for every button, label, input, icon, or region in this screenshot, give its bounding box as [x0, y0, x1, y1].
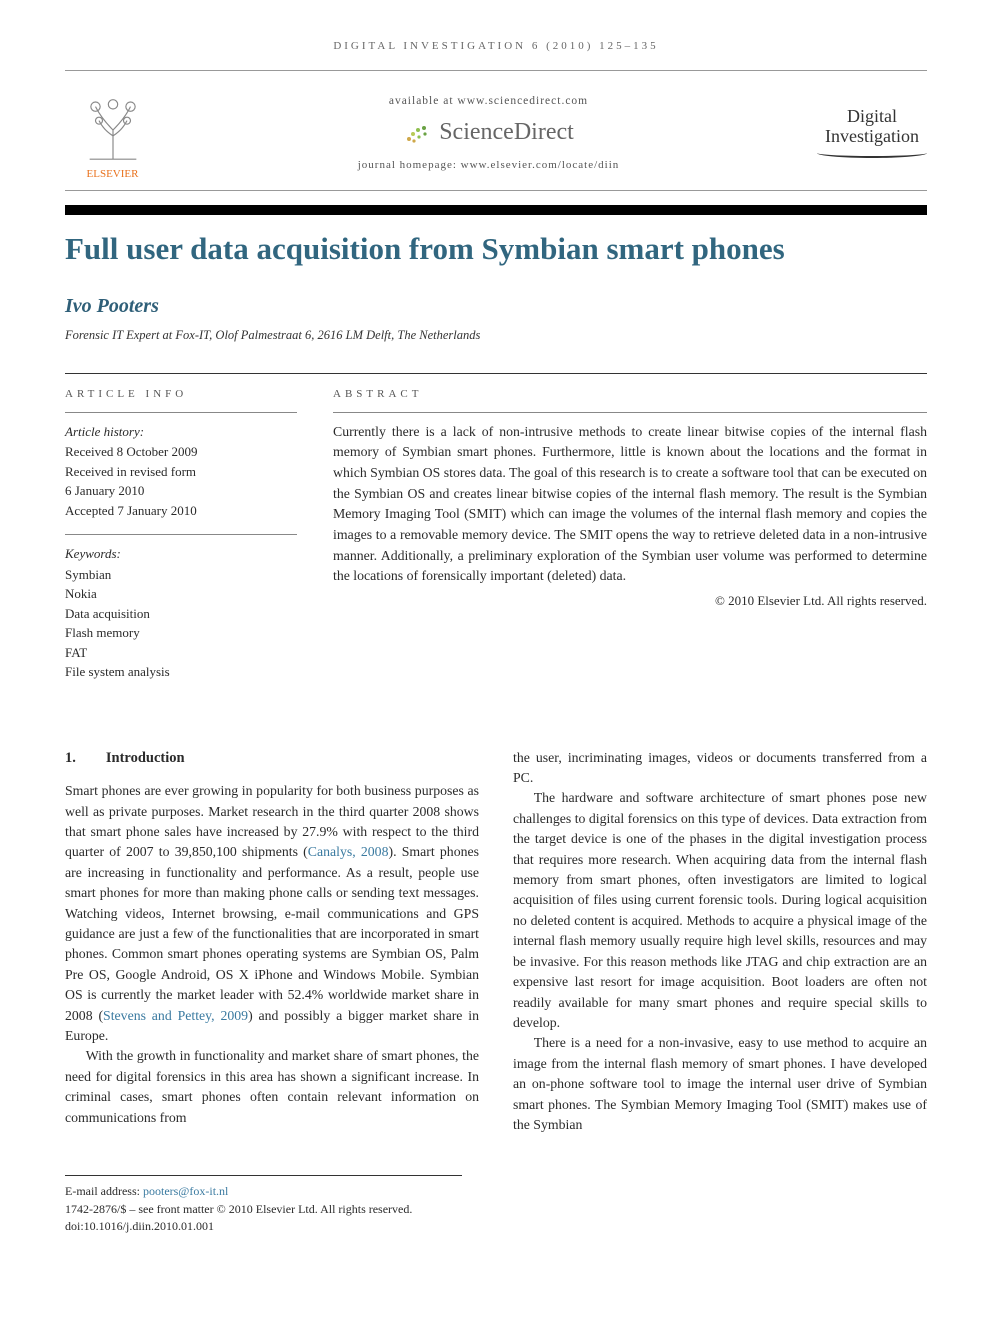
- email-label: E-mail address:: [65, 1184, 143, 1198]
- body-column-left: 1. Introduction Smart phones are ever gro…: [65, 748, 479, 1136]
- history-received: Received 8 October 2009: [65, 442, 297, 462]
- heavy-rule: [65, 205, 927, 215]
- elsevier-tree-icon: [78, 95, 148, 165]
- body-columns: 1. Introduction Smart phones are ever gro…: [65, 748, 927, 1136]
- author-affiliation: Forensic IT Expert at Fox-IT, Olof Palme…: [65, 328, 927, 343]
- citation-link[interactable]: Canalys, 2008: [308, 844, 389, 859]
- elsevier-logo: ELSEVIER: [65, 85, 160, 180]
- keywords-block: Keywords: Symbian Nokia Data acquisition…: [65, 534, 297, 682]
- body-column-right: the user, incriminating images, videos o…: [513, 748, 927, 1136]
- article-info-column: ARTICLE INFO Article history: Received 8…: [65, 388, 297, 696]
- running-head: DIGITAL INVESTIGATION 6 (2010) 125–135: [65, 40, 927, 52]
- author-name: Ivo Pooters: [65, 295, 927, 318]
- section-number: 1.: [65, 750, 76, 766]
- history-revised-line2: 6 January 2010: [65, 481, 297, 501]
- history-revised-line1: Received in revised form: [65, 462, 297, 482]
- body-paragraph: With the growth in functionality and mar…: [65, 1046, 479, 1128]
- sciencedirect-burst-icon: [403, 119, 431, 147]
- section-title: Introduction: [106, 750, 185, 766]
- section-heading-1: 1. Introduction: [65, 748, 479, 769]
- journal-homepage-line: journal homepage: www.elsevier.com/locat…: [178, 159, 799, 171]
- keywords-subhead: Keywords:: [65, 544, 297, 564]
- history-subhead: Article history:: [65, 422, 297, 442]
- abstract-copyright: © 2010 Elsevier Ltd. All rights reserved…: [333, 591, 927, 611]
- body-paragraph: the user, incriminating images, videos o…: [513, 748, 927, 789]
- available-at-line: available at www.sciencedirect.com: [178, 95, 799, 107]
- front-matter-line: 1742-2876/$ – see front matter © 2010 El…: [65, 1201, 462, 1218]
- body-paragraph: Smart phones are ever growing in popular…: [65, 781, 479, 1046]
- article-title: Full user data acquisition from Symbian …: [65, 231, 927, 267]
- citation-link[interactable]: Stevens and Pettey, 2009: [103, 1008, 248, 1023]
- keyword-item: Nokia: [65, 584, 297, 604]
- journal-header: ELSEVIER available at www.sciencedirect.…: [65, 70, 927, 191]
- abstract-text: Currently there is a lack of non-intrusi…: [333, 412, 927, 611]
- abstract-heading: ABSTRACT: [333, 388, 927, 400]
- sciencedirect-wordmark: ScienceDirect: [439, 119, 574, 146]
- footnotes: E-mail address: pooters@fox-it.nl 1742-2…: [65, 1175, 462, 1235]
- journal-logo-underline-icon: [817, 148, 927, 158]
- header-center: available at www.sciencedirect.com Scien…: [178, 95, 799, 171]
- body-paragraph: There is a need for a non-invasive, easy…: [513, 1033, 927, 1135]
- keyword-item: Flash memory: [65, 623, 297, 643]
- keyword-item: Symbian: [65, 565, 297, 585]
- body-paragraph: The hardware and software architecture o…: [513, 788, 927, 1033]
- email-link[interactable]: pooters@fox-it.nl: [143, 1184, 228, 1198]
- info-abstract-row: ARTICLE INFO Article history: Received 8…: [65, 373, 927, 696]
- article-history-block: Article history: Received 8 October 2009…: [65, 412, 297, 521]
- journal-name-line1: Digital: [817, 107, 927, 127]
- history-accepted: Accepted 7 January 2010: [65, 501, 297, 521]
- keyword-item: Data acquisition: [65, 604, 297, 624]
- sciencedirect-logo: ScienceDirect: [403, 119, 574, 147]
- keyword-item: File system analysis: [65, 662, 297, 682]
- doi-line: doi:10.1016/j.diin.2010.01.001: [65, 1218, 462, 1235]
- article-info-heading: ARTICLE INFO: [65, 388, 297, 400]
- journal-name-line2: Investigation: [817, 127, 927, 147]
- abstract-body: Currently there is a lack of non-intrusi…: [333, 424, 927, 584]
- journal-logo: Digital Investigation: [817, 107, 927, 159]
- keyword-item: FAT: [65, 643, 297, 663]
- abstract-column: ABSTRACT Currently there is a lack of no…: [333, 388, 927, 696]
- elsevier-wordmark: ELSEVIER: [87, 168, 139, 180]
- corresponding-email: E-mail address: pooters@fox-it.nl: [65, 1183, 462, 1200]
- text-run: ). Smart phones are increasing in functi…: [65, 844, 479, 1022]
